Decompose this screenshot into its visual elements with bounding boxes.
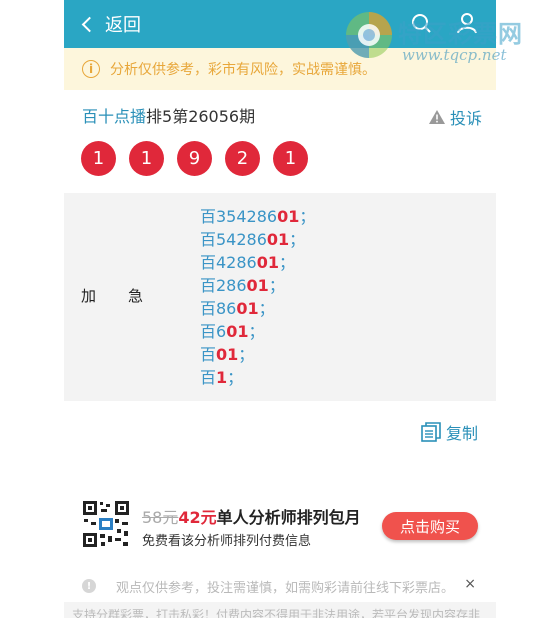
page-title: 百十点播排5第26056期 [82,107,255,126]
warning-icon [428,110,445,124]
footer-notice: ! 观点仅供参考，投注需谨慎，如需购彩请前往线下彩票店。 × [64,574,496,598]
complain-button[interactable]: 投诉 [428,104,482,130]
bottom-disclaimer: 支持分群彩票，打击私彩！付费内容不得用于非法用途，若平台发现内容存非 [64,602,496,618]
prediction-separator: ； [268,276,285,295]
result-ball: 1 [81,141,116,176]
prediction-prefix: 百6 [200,322,227,341]
chevron-left-icon [81,16,98,32]
buy-button[interactable]: 点击购买 [382,512,478,540]
info-icon: ! [82,579,96,593]
result-ball: 1 [273,141,308,176]
back-button[interactable]: 返回 [80,10,141,38]
risk-notice-text: 分析仅供参考，彩市有风险，实战需谨慎。 [110,62,376,78]
prediction-line: 百01； [200,343,315,366]
result-balls: 11921 [81,141,321,176]
prediction-prefix: 百86 [200,299,237,318]
prediction-separator: ； [299,207,316,226]
new-price: 42元 [178,508,217,527]
result-ball: 1 [129,141,164,176]
prediction-line: 百601； [200,320,315,343]
prediction-prefix: 百 [200,368,217,387]
title-highlight: 百十点播 [82,107,147,126]
qr-code-icon [82,500,130,548]
prediction-line: 百28601； [200,274,315,297]
prediction-separator: ； [227,368,244,387]
prediction-prefix: 百354286 [200,207,278,226]
search-icon[interactable] [410,12,432,34]
prediction-last-digit: 01 [216,345,239,364]
title-row: 百十点播排5第26056期 投诉 [82,104,482,130]
prediction-prefix: 百286 [200,276,247,295]
bottom-disclaimer-text: 支持分群彩票，打击私彩！付费内容不得用于非法用途，若平台发现内容存非 [72,608,481,618]
title-rest: 排5第26056期 [146,107,256,126]
page: 返回 i 分析仅供参考，彩市有风险，实战需谨慎。 百十点播排5第26056期 投… [64,0,496,618]
prediction-separator: ； [238,345,255,364]
prediction-separator: ； [258,299,275,318]
prediction-prefix: 百 [200,345,217,364]
copy-label: 复制 [446,424,479,443]
promo-title: 58元42元单人分析师排列包月 [142,504,361,528]
close-icon[interactable]: × [464,576,476,592]
prediction-last-digit: 1 [216,368,228,387]
row-label: 加急 [81,287,176,305]
prediction-last-digit: 01 [256,253,279,272]
risk-notice: i 分析仅供参考，彩市有风险，实战需谨慎。 [64,48,496,90]
prediction-last-digit: 01 [246,276,269,295]
prediction-list: 百35428601； 百5428601； 百428601； 百28601； 百8601；… [200,205,315,389]
prediction-line: 百5428601； [200,228,315,251]
prediction-last-digit: 01 [226,322,249,341]
promo-name: 单人分析师排列包月 [216,508,361,527]
prediction-last-digit: 01 [236,299,259,318]
header-bar: 返回 [64,0,496,48]
prediction-last-digit: 01 [277,207,300,226]
promo-banner: 58元42元单人分析师排列包月 免费看该分析师排列付费信息 点击购买 [64,492,496,554]
old-price: 58元 [142,508,179,527]
info-icon: i [82,60,100,78]
prediction-prefix: 百4286 [200,253,257,272]
result-ball: 2 [225,141,260,176]
prediction-line: 百428601； [200,251,315,274]
prediction-last-digit: 01 [266,230,290,249]
complain-label: 投诉 [449,109,482,128]
prediction-separator: ； [279,253,296,272]
prediction-line: 百1； [200,366,315,389]
footer-notice-text: 观点仅供参考，投注需谨慎，如需购彩请前往线下彩票店。 [116,580,455,596]
prediction-box: 加急 百35428601； 百5428601； 百428601； 百28601； 百86… [64,193,496,401]
back-label: 返回 [105,15,141,36]
promo-subtitle: 免费看该分析师排列付费信息 [142,534,312,549]
result-ball: 9 [177,141,212,176]
prediction-separator: ； [289,230,306,249]
prediction-line: 百8601； [200,297,315,320]
prediction-separator: ； [248,322,265,341]
prediction-prefix: 百54286 [200,230,267,249]
prediction-line: 百35428601； [200,205,315,228]
copy-button[interactable]: 复制 [420,420,478,444]
copy-icon [421,422,441,442]
user-icon[interactable] [456,12,478,34]
